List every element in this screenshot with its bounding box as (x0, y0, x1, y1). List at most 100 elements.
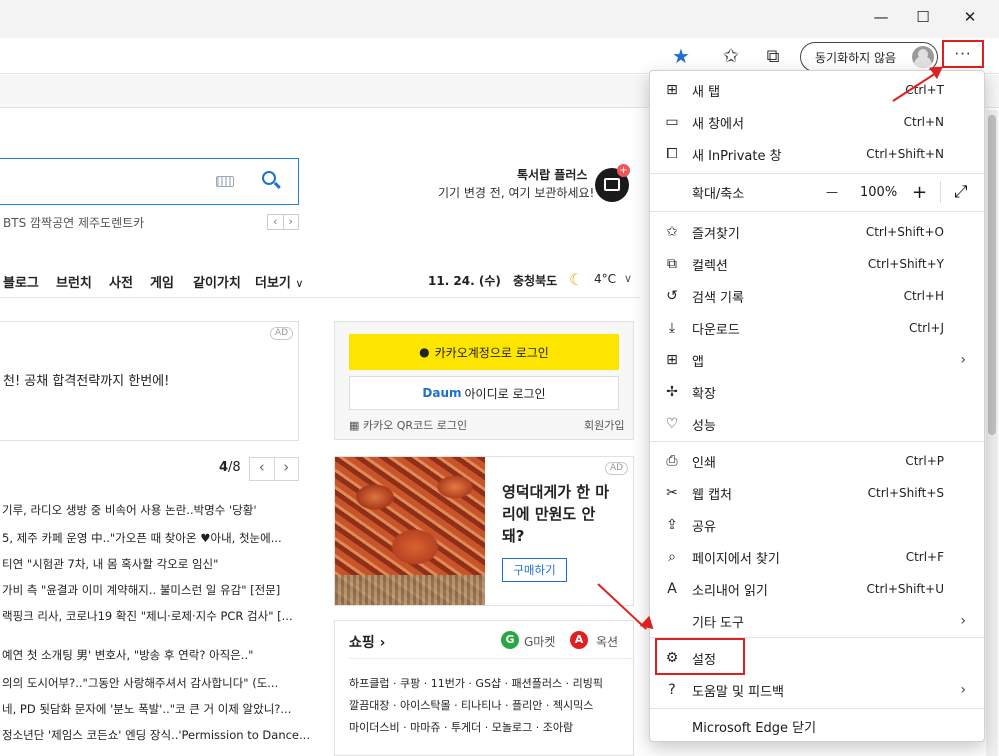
nav-game[interactable]: 게임 (150, 272, 174, 291)
news-item[interactable]: 티연 "시험관 7차, 내 몸 혹사할 각오로 임신" (2, 556, 218, 572)
auction-logo-icon[interactable]: A (570, 631, 588, 649)
menu-label: 인쇄 (692, 455, 716, 471)
shop-links-line[interactable]: 하프클럽 · 쿠팡 · 11번가 · GS샵 · 패션플러스 · 리빙픽 (349, 675, 603, 691)
news-item[interactable]: 가비 측 "윤결과 이미 계약해지.. 불미스런 일 유감" [전문] (2, 582, 280, 598)
gmarket-logo-icon[interactable]: G (501, 631, 519, 649)
news-item[interactable]: 네, PD 됫담화 문자에 '분노 폭발'.."코 큰 거 이제 알았니?... (2, 701, 291, 717)
nav-brunch[interactable]: 브런치 (56, 272, 92, 291)
menu-item-web-capture[interactable]: ✂ 웹 캡처 Ctrl+Shift+S (650, 477, 984, 509)
menu-item-downloads[interactable]: ⤓ 다운로드 Ctrl+J (650, 312, 984, 344)
menu-item-extensions[interactable]: ✢ 확장 (650, 376, 984, 408)
fullscreen-icon[interactable]: ⤢ (954, 182, 968, 202)
temperature-label: 4°C (594, 272, 617, 286)
gmarket-link[interactable]: G마켓 (524, 633, 555, 650)
talk-drawer-title[interactable]: 톡서랍 플러스 (517, 166, 587, 183)
menu-item-new-window[interactable]: ▭ 새 창에서 Ctrl+N (650, 106, 984, 138)
zoom-in-button[interactable]: + (912, 182, 927, 203)
menu-label: 컬렉션 (692, 258, 728, 274)
search-icon[interactable] (262, 171, 276, 185)
date-label: 11. 24. (수) (428, 274, 501, 288)
inprivate-icon: ⧠ (666, 146, 678, 162)
signup-link[interactable]: 회원가입 (584, 417, 624, 433)
help-icon: ? (668, 682, 676, 698)
menu-label: 확장 (692, 386, 716, 402)
menu-item-collections[interactable]: ⧉ 컬렉션 Ctrl+Shift+Y (650, 248, 984, 280)
daum-login-button[interactable]: Daum 아이디로 로그인 (349, 376, 619, 410)
menu-label: 다운로드 (692, 322, 740, 338)
shop-links-line[interactable]: 마이더스비 · 마마쥬 · 투게더 · 모놀로그 · 조아람 (349, 719, 573, 735)
avatar (912, 46, 934, 68)
scrollbar-thumb[interactable] (988, 115, 996, 435)
maximize-button[interactable]: ☐ (900, 0, 946, 34)
nav-divider (0, 297, 640, 298)
menu-label: 새 창에서 (692, 116, 744, 132)
news-item[interactable]: 의의 도시어부?.."그동안 사랑해주셔서 감사합니다" (도... (2, 675, 278, 691)
news-item[interactable]: 랙핑크 리사, 코로나19 확진 "제니·로제·지수 PCR 검사" [... (2, 608, 293, 624)
buy-button[interactable]: 구매하기 (502, 558, 567, 582)
trending-searches[interactable]: BTS 깜짝공연 제주도렌트카 (3, 214, 144, 231)
menu-item-favorites[interactable]: ✩ 즐겨찾기 Ctrl+Shift+O (650, 216, 984, 248)
menu-item-new-inprivate[interactable]: ⧠ 새 InPrivate 창 Ctrl+Shift+N (650, 138, 984, 170)
news-item[interactable]: 기루, 라디오 생방 중 비속어 사용 논란..박명수 '당황' (2, 502, 256, 518)
sync-profile-button[interactable]: 동기화하지 않음 (800, 42, 938, 72)
favorite-star-icon[interactable]: ★ (666, 41, 696, 71)
news-item[interactable]: 예연 첫 소개팅 男' 변호사, "방송 후 연락? 아직은.." (2, 647, 253, 663)
web-capture-icon: ✂ (666, 485, 678, 501)
trending-prev-button[interactable]: ‹ (268, 215, 284, 229)
qr-login-link[interactable]: ▦ 카카오 QR코드 로그인 (349, 417, 467, 433)
crab-ad-text[interactable]: 영덕대게가 한 마리에 만원도 안돼? (502, 481, 617, 547)
news-pager: ‹ › (249, 457, 299, 481)
pager-current: 4 (219, 460, 229, 475)
zoom-out-button[interactable]: — (826, 185, 838, 199)
shopping-title[interactable]: 쇼핑 › (349, 632, 385, 652)
menu-divider (650, 173, 984, 174)
collections-icon: ⧉ (667, 256, 677, 272)
settings-and-more-button[interactable]: ··· (942, 40, 984, 68)
region-label[interactable]: 충청북도 (513, 272, 557, 289)
chevron-right-icon: › (960, 613, 966, 629)
news-prev-button[interactable]: ‹ (250, 458, 275, 480)
menu-item-share[interactable]: ⇪ 공유 (650, 509, 984, 541)
shop-links-line[interactable]: 깔끔대장 · 아이스탁몰 · 티나티나 · 플리안 · 젝시믹스 (349, 697, 593, 713)
nav-blog[interactable]: 블로그 (3, 272, 39, 291)
menu-item-close-edge[interactable]: Microsoft Edge 닫기 (650, 710, 984, 742)
new-window-icon: ▭ (665, 114, 679, 130)
menu-item-read-aloud[interactable]: A 소리내어 읽기 Ctrl+Shift+U (650, 573, 984, 605)
menu-shortcut: Ctrl+F (905, 550, 944, 564)
menu-shortcut: Ctrl+Shift+S (867, 486, 944, 500)
auction-link[interactable]: 옥션 (596, 633, 618, 650)
menu-item-new-tab[interactable]: ⊞ 새 탭 Ctrl+T (650, 74, 984, 106)
talk-drawer-icon[interactable]: + (595, 164, 630, 202)
menu-item-apps[interactable]: ⊞ 앱 › (650, 344, 984, 376)
menu-item-print[interactable]: ⎙ 인쇄 Ctrl+P (650, 445, 984, 477)
news-item[interactable]: 5, 제주 카페 운영 中.."가오픈 때 찾아온 ♥아내, 첫눈에... (2, 530, 282, 546)
menu-shortcut: Ctrl+Shift+O (865, 225, 944, 239)
menu-item-find-on-page[interactable]: ⌕ 페이지에서 찾기 Ctrl+F (650, 541, 984, 573)
minimize-button[interactable]: — (858, 0, 904, 34)
nav-together[interactable]: 같이가치 (193, 272, 241, 291)
menu-shortcut: Ctrl+N (903, 115, 944, 129)
menu-item-performance[interactable]: ♡ 성능 (650, 408, 984, 440)
collections-icon[interactable]: ⧉ (758, 41, 788, 71)
nav-more[interactable]: 더보기 ∨ (255, 272, 303, 291)
news-item[interactable]: 정소년단 '제임스 코든쇼' 엔딩 장식..'Permission to Dan… (2, 727, 310, 743)
nav-more-label: 더보기 (255, 276, 291, 291)
news-next-button[interactable]: › (275, 458, 299, 480)
weather-chevron-icon[interactable]: ∨ (624, 272, 632, 285)
menu-shortcut: Ctrl+Shift+U (866, 582, 944, 596)
qr-login-label: 카카오 QR코드 로그인 (362, 419, 468, 432)
nav-dictionary[interactable]: 사전 (109, 272, 133, 291)
menu-item-history[interactable]: ↺ 검색 기록 Ctrl+H (650, 280, 984, 312)
search-input[interactable] (0, 158, 299, 205)
ad-text[interactable]: 천! 공채 합격전략까지 한번에! (3, 370, 169, 389)
trending-next-button[interactable]: › (284, 215, 299, 229)
menu-item-help-feedback[interactable]: ? 도움말 및 피드백 › (650, 674, 984, 706)
menu-divider (650, 211, 984, 212)
find-icon: ⌕ (668, 549, 676, 565)
close-window-button[interactable]: ✕ (947, 0, 993, 34)
favorites-icon[interactable]: ✩ (716, 41, 746, 71)
kakao-login-button[interactable]: ● 카카오계정으로 로그인 (349, 334, 619, 370)
menu-item-more-tools[interactable]: 기타 도구 › (650, 605, 984, 637)
keyboard-icon[interactable] (216, 176, 234, 187)
crab-image[interactable] (335, 457, 485, 605)
